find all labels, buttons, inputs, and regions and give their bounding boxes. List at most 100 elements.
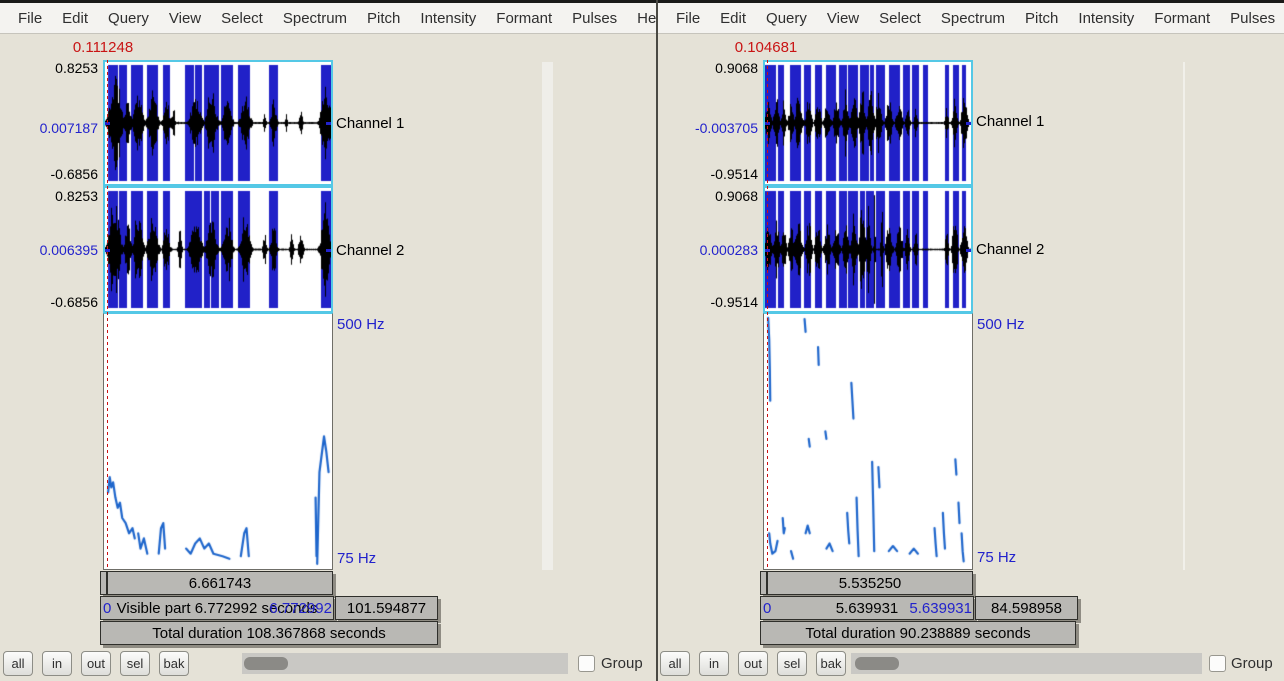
zoom-in-button[interactable]: in <box>42 651 72 676</box>
menu-item-query[interactable]: Query <box>98 10 159 27</box>
menu-item-query[interactable]: Query <box>756 10 817 27</box>
channel1-waveform-panel[interactable] <box>763 60 973 186</box>
ch1-min-label[interactable]: -0.6856 <box>0 166 98 182</box>
window-start-time[interactable]: 0 <box>763 600 771 617</box>
ch2-min-label[interactable]: -0.6856 <box>0 294 98 310</box>
menu-item-pulses[interactable]: Pulses <box>1220 10 1284 27</box>
channel2-waveform-canvas[interactable] <box>105 188 331 311</box>
channel2-label: Channel 2 <box>976 241 1044 258</box>
cursor-time-label: 0.111248 <box>68 39 138 56</box>
window-margin-strip <box>542 62 553 570</box>
zoom-sel-button[interactable]: sel <box>120 651 150 676</box>
channel2-waveform-canvas[interactable] <box>765 188 971 311</box>
ch1-min-label[interactable]: -0.9514 <box>658 166 758 182</box>
visible-part-bar[interactable]: 0 5.639931 5.639931 <box>760 596 974 620</box>
horizontal-scrollbar[interactable] <box>242 653 568 674</box>
menu-item-select[interactable]: Select <box>869 10 931 27</box>
mid-amplitude-tick <box>326 122 331 125</box>
channel1-label: Channel 1 <box>976 113 1044 130</box>
pitch-analysis-panel[interactable] <box>763 313 973 570</box>
zoom-out-button[interactable]: out <box>738 651 768 676</box>
menu-bar: File Edit Query View Select Spectrum Pit… <box>0 3 656 34</box>
pitch-max-label[interactable]: 500 Hz <box>977 316 1025 333</box>
pitch-analysis-panel[interactable] <box>103 313 333 570</box>
zoom-all-button[interactable]: all <box>3 651 33 676</box>
zoom-out-button[interactable]: out <box>81 651 111 676</box>
menu-item-intensity[interactable]: Intensity <box>410 10 486 27</box>
menu-item-spectrum[interactable]: Spectrum <box>931 10 1015 27</box>
ch1-max-label[interactable]: 0.8253 <box>0 60 98 76</box>
ch2-max-label[interactable]: 0.8253 <box>0 188 98 204</box>
editor-window-right: File Edit Query View Select Spectrum Pit… <box>658 0 1284 681</box>
menu-item-file[interactable]: File <box>666 10 710 27</box>
channel1-waveform-panel[interactable] <box>103 60 333 186</box>
menu-item-file[interactable]: File <box>8 10 52 27</box>
zoom-bak-button[interactable]: bak <box>159 651 189 676</box>
cursor-line[interactable] <box>767 60 768 570</box>
menu-item-view[interactable]: View <box>159 10 211 27</box>
visible-part-label: 5.639931 <box>836 600 899 617</box>
group-checkbox[interactable] <box>578 655 595 672</box>
pitch-canvas[interactable] <box>104 314 332 569</box>
ch1-mid-label[interactable]: -0.003705 <box>658 120 758 136</box>
cursor-line[interactable] <box>107 60 108 570</box>
time-after-window-bar[interactable]: 101.594877 <box>335 596 438 620</box>
menu-item-intensity[interactable]: Intensity <box>1068 10 1144 27</box>
channel2-waveform-panel[interactable] <box>103 186 333 313</box>
zoom-in-button[interactable]: in <box>699 651 729 676</box>
pitch-min-label[interactable]: 75 Hz <box>337 550 376 567</box>
visible-part-bar[interactable]: 0 Visible part 6.772992 seconds 6.772992 <box>100 596 334 620</box>
group-label: Group <box>1231 655 1273 672</box>
window-end-time[interactable]: 6.772992 <box>269 600 332 617</box>
ch2-min-label[interactable]: -0.9514 <box>658 294 758 310</box>
time-bar-before-cursor[interactable] <box>760 571 767 595</box>
ch1-mid-label[interactable]: 0.007187 <box>0 120 98 136</box>
zoom-bak-button[interactable]: bak <box>816 651 846 676</box>
scrollbar-thumb[interactable] <box>855 657 899 670</box>
total-duration-bar[interactable]: Total duration 108.367868 seconds <box>100 621 438 645</box>
menu-item-formant[interactable]: Formant <box>1144 10 1220 27</box>
time-bar-cursor-to-end[interactable]: 5.535250 <box>767 571 973 595</box>
channel2-waveform-panel[interactable] <box>763 186 973 313</box>
menu-item-spectrum[interactable]: Spectrum <box>273 10 357 27</box>
ch2-mid-label[interactable]: 0.000283 <box>658 242 758 258</box>
horizontal-scrollbar[interactable] <box>851 653 1202 674</box>
window-start-time[interactable]: 0 <box>103 600 111 617</box>
menu-item-pitch[interactable]: Pitch <box>1015 10 1068 27</box>
channel1-waveform-canvas[interactable] <box>765 62 971 184</box>
ch2-mid-label[interactable]: 0.006395 <box>0 242 98 258</box>
mid-amplitude-tick <box>966 122 971 125</box>
window-end-time[interactable]: 5.639931 <box>909 600 972 617</box>
praat-desktop: File Edit Query View Select Spectrum Pit… <box>0 0 1284 681</box>
time-after-window-bar[interactable]: 84.598958 <box>975 596 1078 620</box>
pitch-min-label[interactable]: 75 Hz <box>977 549 1016 566</box>
channel1-label: Channel 1 <box>336 115 404 132</box>
channel1-waveform-canvas[interactable] <box>105 62 331 184</box>
ch2-max-label[interactable]: 0.9068 <box>658 188 758 204</box>
zoom-sel-button[interactable]: sel <box>777 651 807 676</box>
mid-amplitude-tick <box>326 249 331 252</box>
group-checkbox[interactable] <box>1209 655 1226 672</box>
window-margin-strip <box>1183 62 1185 570</box>
menu-item-edit[interactable]: Edit <box>710 10 756 27</box>
scrollbar-thumb[interactable] <box>244 657 288 670</box>
group-label: Group <box>601 655 643 672</box>
menu-item-pulses[interactable]: Pulses <box>562 10 627 27</box>
time-bar-before-cursor[interactable] <box>100 571 107 595</box>
zoom-all-button[interactable]: all <box>660 651 690 676</box>
menu-item-select[interactable]: Select <box>211 10 273 27</box>
menu-bar: File Edit Query View Select Spectrum Pit… <box>658 3 1284 34</box>
menu-item-formant[interactable]: Formant <box>486 10 562 27</box>
pitch-max-label[interactable]: 500 Hz <box>337 316 385 333</box>
channel2-label: Channel 2 <box>336 242 404 259</box>
menu-item-view[interactable]: View <box>817 10 869 27</box>
time-bar-cursor-to-end[interactable]: 6.661743 <box>107 571 333 595</box>
window-divider <box>656 0 658 681</box>
ch1-max-label[interactable]: 0.9068 <box>658 60 758 76</box>
editor-window-left: File Edit Query View Select Spectrum Pit… <box>0 0 656 681</box>
total-duration-bar[interactable]: Total duration 90.238889 seconds <box>760 621 1076 645</box>
pitch-canvas[interactable] <box>764 314 972 569</box>
menu-item-edit[interactable]: Edit <box>52 10 98 27</box>
menu-item-pitch[interactable]: Pitch <box>357 10 410 27</box>
mid-amplitude-tick <box>966 249 971 252</box>
